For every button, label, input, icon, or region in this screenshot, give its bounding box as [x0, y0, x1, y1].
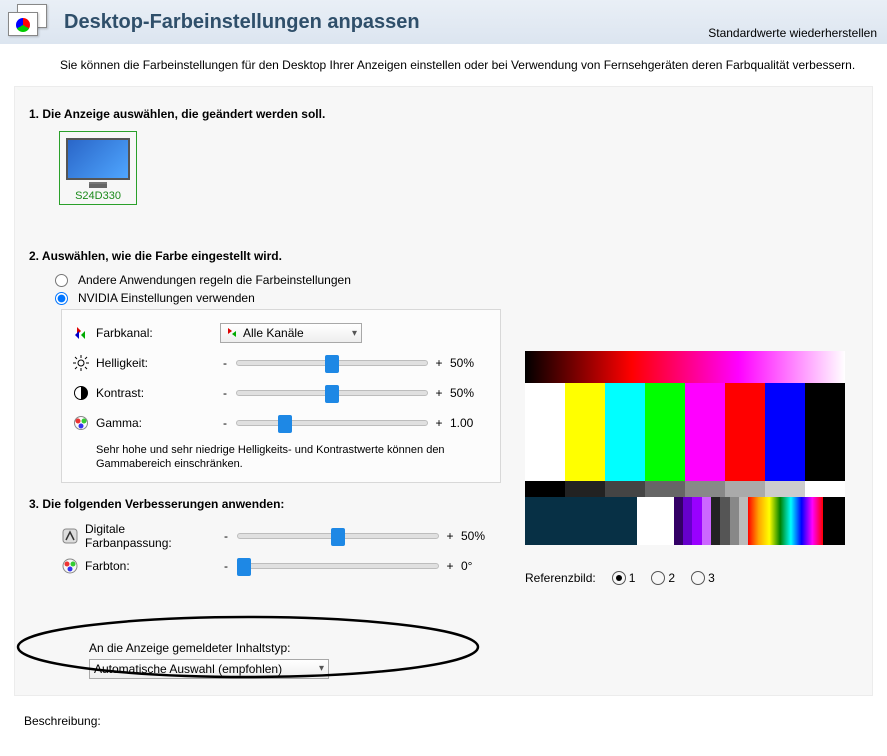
radio-other-label: Andere Anwendungen regeln die Farbeinste… [78, 273, 351, 287]
contrast-value: 50% [450, 386, 490, 400]
hue-icon [61, 557, 79, 575]
display-selector[interactable]: S24D330 [59, 131, 137, 205]
radio-nvidia[interactable]: NVIDIA Einstellungen verwenden [55, 291, 858, 305]
gamma-note: Sehr hohe und sehr niedrige Helligkeits-… [96, 444, 446, 472]
gray-ramp [525, 481, 845, 497]
plus-label: + [434, 356, 444, 370]
vibrance-label: Digitale Farbanpassung: [85, 522, 215, 550]
brightness-slider[interactable] [236, 360, 428, 366]
color-settings-panel: Farbkanal: Alle Kanäle ▾ [61, 309, 501, 483]
description-label: Beschreibung: [24, 714, 869, 728]
app-icon [8, 4, 50, 40]
brightness-label: Helligkeit: [96, 356, 214, 370]
intro-text: Sie können die Farbeinstellungen für den… [0, 46, 887, 76]
restore-defaults-link[interactable]: Standardwerte wiederherstellen [708, 26, 877, 40]
reference-gradient [525, 351, 845, 383]
brightness-icon [72, 354, 90, 372]
channel-label: Farbkanal: [96, 326, 214, 340]
contrast-label: Kontrast: [96, 386, 214, 400]
reference-radio-2[interactable]: 2 [651, 571, 675, 585]
monitor-icon [66, 138, 130, 180]
vibrance-icon [61, 527, 79, 545]
display-name: S24D330 [66, 190, 130, 202]
gamma-label: Gamma: [96, 416, 214, 430]
page-title: Desktop-Farbeinstellungen anpassen [64, 11, 420, 34]
channel-dropdown[interactable]: Alle Kanäle ▾ [220, 323, 362, 343]
channel-icon [225, 326, 239, 340]
channel-icon [72, 324, 90, 342]
step2-title: 2. Auswählen, wie die Farbe eingestellt … [29, 249, 858, 263]
content-type-dropdown[interactable]: Automatische Auswahl (empfohlen) ▾ [89, 659, 329, 679]
vibrance-slider[interactable] [237, 533, 439, 539]
step1-title: 1. Die Anzeige auswählen, die geändert w… [29, 107, 858, 121]
gamma-value: 1.00 [450, 416, 490, 430]
chevron-down-icon: ▾ [352, 328, 357, 339]
color-bars [525, 383, 845, 481]
reference-lower [525, 497, 845, 545]
gamma-slider[interactable] [236, 420, 428, 426]
reference-label: Referenzbild: [525, 571, 596, 585]
content-type-value: Automatische Auswahl (empfohlen) [94, 662, 282, 676]
chevron-down-icon: ▾ [319, 663, 324, 674]
reference-panel: Referenzbild: 1 2 3 [525, 351, 845, 585]
contrast-icon [72, 384, 90, 402]
reference-radio-1[interactable]: 1 [612, 571, 636, 585]
gamma-icon [72, 414, 90, 432]
brightness-value: 50% [450, 356, 490, 370]
contrast-slider[interactable] [236, 390, 428, 396]
hue-value: 0° [461, 559, 501, 573]
minus-label: - [220, 356, 230, 370]
vibrance-value: 50% [461, 529, 501, 543]
hue-label: Farbton: [85, 559, 215, 573]
reference-radio-3[interactable]: 3 [691, 571, 715, 585]
radio-nvidia-label: NVIDIA Einstellungen verwenden [78, 291, 255, 305]
radio-other-apps[interactable]: Andere Anwendungen regeln die Farbeinste… [55, 273, 858, 287]
content-type-label: An die Anzeige gemeldeter Inhaltstyp: [89, 641, 858, 655]
hue-slider[interactable] [237, 563, 439, 569]
channel-value: Alle Kanäle [243, 326, 304, 340]
header: Desktop-Farbeinstellungen anpassen Stand… [0, 0, 887, 46]
main-panel: 1. Die Anzeige auswählen, die geändert w… [14, 86, 873, 696]
